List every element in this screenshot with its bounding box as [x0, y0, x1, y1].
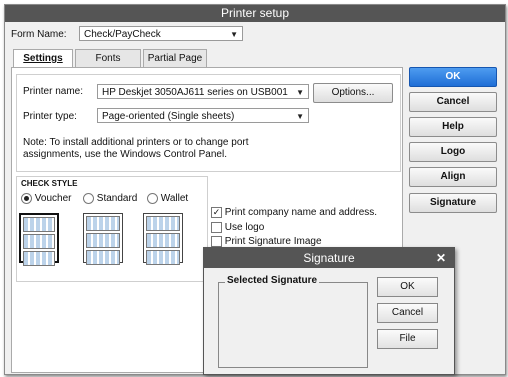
signature-cancel-button[interactable]: Cancel	[377, 303, 438, 323]
checkbox-icon	[211, 222, 222, 233]
radio-icon	[83, 193, 94, 204]
radio-standard[interactable]: Standard	[83, 193, 137, 204]
options-button[interactable]: Options...	[313, 83, 393, 103]
signature-ok-button[interactable]: OK	[377, 277, 438, 297]
printer-group: Printer name: HP Deskjet 3050AJ611 serie…	[16, 74, 401, 172]
printer-name-dropdown[interactable]: HP Deskjet 3050AJ611 series on USB001 ▼	[97, 84, 309, 99]
align-button[interactable]: Align	[409, 167, 497, 187]
printer-type-label: Printer type:	[23, 111, 77, 122]
use-logo-checkbox[interactable]: Use logo	[211, 222, 264, 233]
selected-signature-group: Selected Signature	[218, 275, 368, 368]
window-title: Printer setup	[5, 5, 505, 22]
print-company-name-checkbox[interactable]: ✓ Print company name and address.	[211, 207, 377, 218]
check-style-title: CHECK STYLE	[21, 179, 78, 188]
signature-dialog: Signature ✕ Selected Signature OK Cancel…	[203, 247, 455, 375]
chevron-down-icon: ▼	[296, 88, 304, 97]
chevron-down-icon: ▼	[296, 112, 304, 121]
radio-selected-icon	[21, 193, 32, 204]
signature-button[interactable]: Signature	[409, 193, 497, 213]
signature-dialog-title: Signature ✕	[204, 248, 454, 268]
voucher-preview-image[interactable]	[19, 213, 59, 266]
printer-name-label: Printer name:	[23, 86, 84, 97]
form-name-value: Check/PayCheck	[84, 29, 161, 40]
note-line-1: Note: To install additional printers or …	[23, 137, 249, 148]
standard-preview-image[interactable]	[83, 213, 123, 265]
form-name-dropdown[interactable]: Check/PayCheck ▼	[79, 26, 243, 41]
ok-button[interactable]: OK	[409, 67, 497, 87]
tab-settings[interactable]: Settings	[13, 49, 73, 68]
checkmark-icon: ✓	[211, 207, 222, 218]
radio-voucher[interactable]: Voucher	[21, 193, 71, 204]
cancel-button[interactable]: Cancel	[409, 92, 497, 112]
print-signature-image-checkbox[interactable]: Print Signature Image	[211, 236, 322, 247]
logo-button[interactable]: Logo	[409, 142, 497, 162]
tab-partial-page[interactable]: Partial Page	[143, 49, 207, 67]
close-icon[interactable]: ✕	[436, 248, 446, 268]
wallet-preview-image[interactable]	[143, 213, 183, 265]
checkbox-icon	[211, 236, 222, 247]
printer-type-dropdown[interactable]: Page-oriented (Single sheets) ▼	[97, 108, 309, 123]
selected-signature-label: Selected Signature	[225, 275, 320, 286]
form-name-label: Form Name:	[11, 29, 67, 40]
help-button[interactable]: Help	[409, 117, 497, 137]
signature-file-button[interactable]: File	[377, 329, 438, 349]
radio-icon	[147, 193, 158, 204]
tab-fonts[interactable]: Fonts	[75, 49, 141, 67]
chevron-down-icon: ▼	[230, 30, 238, 39]
radio-wallet[interactable]: Wallet	[147, 193, 188, 204]
note-line-2: assignments, use the Windows Control Pan…	[23, 149, 227, 160]
